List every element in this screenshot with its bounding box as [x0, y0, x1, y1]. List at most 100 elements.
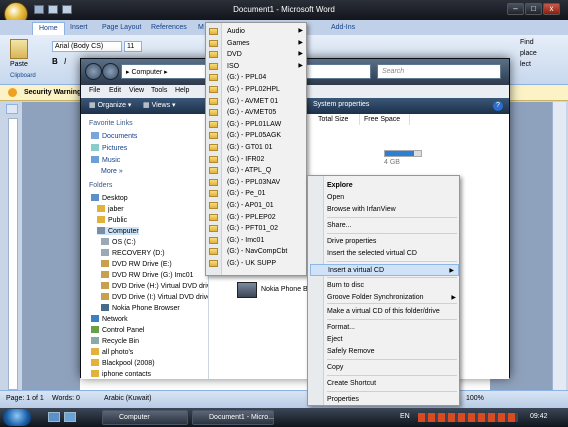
folder-item[interactable]: OS (C:): [101, 238, 136, 246]
context-menu-item[interactable]: Safely Remove: [325, 346, 460, 358]
folder-item[interactable]: Blackpool (2008): [91, 359, 155, 367]
context-menu-item[interactable]: Browse with IrfanView: [325, 204, 460, 216]
submenu-item[interactable]: (G:) - ATPL_Q: [223, 165, 307, 177]
submenu-item[interactable]: (G:) - PPL01LAW: [223, 119, 307, 131]
maximize-button[interactable]: □: [525, 3, 542, 15]
favorite-more[interactable]: More »: [101, 168, 123, 175]
submenu-item[interactable]: (G:) - AP01_01: [223, 200, 307, 212]
close-button[interactable]: x: [543, 3, 560, 15]
taskbar-word-document[interactable]: Document1 - Micro...: [192, 410, 274, 425]
folder-item[interactable]: jaber: [97, 205, 124, 213]
column-total-size[interactable]: Total Size: [314, 114, 360, 125]
tab-insert[interactable]: Insert: [64, 22, 94, 35]
minimize-button[interactable]: –: [507, 3, 524, 15]
folder-item[interactable]: RECOVERY (D:): [101, 249, 165, 257]
submenu-item[interactable]: (G:) - PFT01_02: [223, 223, 307, 235]
context-menu-item[interactable]: Open: [325, 192, 460, 204]
help-icon[interactable]: ?: [493, 101, 503, 111]
context-menu-item[interactable]: Drive properties: [325, 236, 460, 248]
context-menu-item[interactable]: Make a virtual CD of this folder/drive: [325, 306, 460, 318]
context-menu-item[interactable]: Explore: [325, 180, 460, 192]
column-free-space[interactable]: Free Space: [360, 114, 410, 125]
italic-button[interactable]: I: [64, 57, 66, 66]
tab-addins[interactable]: Add-Ins: [325, 22, 361, 35]
folder-item[interactable]: DVD RW Drive (G:) Imc01: [101, 271, 194, 279]
submenu-item[interactable]: (G:) - Imc01: [223, 235, 307, 247]
context-menu-item[interactable]: Insert the selected virtual CD: [325, 248, 460, 260]
folder-item[interactable]: iphone contacts: [91, 370, 151, 378]
taskbar-computer[interactable]: Computer: [102, 410, 188, 425]
context-menu-item[interactable]: Eject: [325, 334, 460, 346]
context-menu-item[interactable]: Insert a virtual CD ▶: [310, 264, 459, 276]
menu-view[interactable]: View: [129, 87, 144, 94]
page-count[interactable]: Page: 1 of 1: [6, 395, 44, 402]
language-status[interactable]: Arabic (Kuwait): [104, 395, 151, 402]
folder-item[interactable]: Computer: [97, 227, 139, 235]
ruler-toggle-icon[interactable]: [6, 104, 18, 114]
context-menu-item[interactable]: Burn to disc: [325, 280, 460, 292]
submenu-item[interactable]: (G:) - NavCompCbt: [223, 246, 307, 258]
views-button[interactable]: ▦ Views ▾: [143, 101, 176, 109]
submenu-item[interactable]: (G:) - AVMET05: [223, 107, 307, 119]
organize-button[interactable]: ▦ Organize ▾: [89, 101, 131, 109]
bold-button[interactable]: B: [52, 57, 58, 66]
submenu-item[interactable]: (G:) - GT01 01: [223, 142, 307, 154]
find-button[interactable]: Find: [520, 39, 534, 46]
favorite-music[interactable]: Music: [91, 156, 120, 164]
show-desktop-icon[interactable]: [48, 412, 60, 422]
save-icon[interactable]: [34, 5, 44, 14]
context-menu-item[interactable]: Groove Folder Synchronization ▶: [325, 292, 460, 304]
submenu-item[interactable]: (G:) - PPL03NAV: [223, 177, 307, 189]
menu-edit[interactable]: Edit: [109, 87, 121, 94]
folder-item[interactable]: DVD Drive (H:) Virtual DVD drive: [101, 282, 208, 290]
folder-item[interactable]: DVD Drive (I:) Virtual DVD drive: [101, 293, 208, 301]
submenu-item[interactable]: (G:) - PPL05AGK: [223, 130, 307, 142]
context-menu-item[interactable]: Share...: [325, 220, 460, 232]
folder-item[interactable]: Network: [91, 315, 128, 323]
folder-item[interactable]: Nokia Phone Browser: [101, 304, 180, 312]
nokia-phone-browser-item[interactable]: Nokia Phone Br: [261, 286, 310, 293]
submenu-item[interactable]: Games ▶: [223, 38, 307, 50]
submenu-item[interactable]: (G:) - IFR02: [223, 154, 307, 166]
clock[interactable]: 09:42: [530, 413, 548, 420]
folder-item[interactable]: DVD RW Drive (E:): [101, 260, 172, 268]
tab-home[interactable]: Home: [32, 22, 65, 35]
context-menu-item[interactable]: Create Shortcut: [325, 378, 460, 390]
submenu-item[interactable]: ISO ▶: [223, 61, 307, 73]
submenu-item[interactable]: (G:) - UK SUPP: [223, 258, 307, 270]
submenu-item[interactable]: (G:) - AVMET 01: [223, 96, 307, 108]
menu-help[interactable]: Help: [175, 87, 189, 94]
submenu-item[interactable]: (G:) - PPLEP02: [223, 212, 307, 224]
menu-tools[interactable]: Tools: [151, 87, 167, 94]
undo-icon[interactable]: [48, 5, 58, 14]
folders-header[interactable]: Folders: [89, 182, 112, 189]
paste-icon[interactable]: [10, 39, 28, 59]
menu-file[interactable]: File: [89, 87, 100, 94]
system-properties-button[interactable]: System properties: [313, 101, 369, 108]
tray-icons[interactable]: [418, 413, 518, 422]
redo-icon[interactable]: [62, 5, 72, 14]
submenu-item[interactable]: DVD ▶: [223, 49, 307, 61]
vertical-scrollbar[interactable]: [552, 102, 566, 390]
language-indicator[interactable]: EN: [400, 413, 410, 420]
context-menu-item[interactable]: Properties: [325, 394, 460, 406]
submenu-item[interactable]: (G:) - PPL04: [223, 72, 307, 84]
forward-button[interactable]: [102, 63, 119, 80]
switch-windows-icon[interactable]: [64, 412, 76, 422]
tab-references[interactable]: References: [145, 22, 193, 35]
folder-item[interactable]: Desktop: [91, 194, 128, 202]
submenu-item[interactable]: (G:) - PPL02HPL: [223, 84, 307, 96]
favorite-documents[interactable]: Documents: [91, 132, 137, 140]
explorer-search-input[interactable]: Search: [377, 64, 501, 79]
font-size-field[interactable]: 11: [124, 41, 142, 52]
zoom-level[interactable]: 100%: [466, 395, 484, 402]
replace-button[interactable]: place: [520, 50, 537, 57]
tab-page-layout[interactable]: Page Layout: [96, 22, 147, 35]
word-count[interactable]: Words: 0: [52, 395, 80, 402]
select-button[interactable]: lect: [520, 61, 531, 68]
start-button[interactable]: [3, 409, 31, 426]
submenu-item[interactable]: (G:) - Pe_01: [223, 188, 307, 200]
favorite-pictures[interactable]: Pictures: [91, 144, 127, 152]
folder-item[interactable]: Recycle Bin: [91, 337, 139, 345]
context-menu-item[interactable]: Format...: [325, 322, 460, 334]
